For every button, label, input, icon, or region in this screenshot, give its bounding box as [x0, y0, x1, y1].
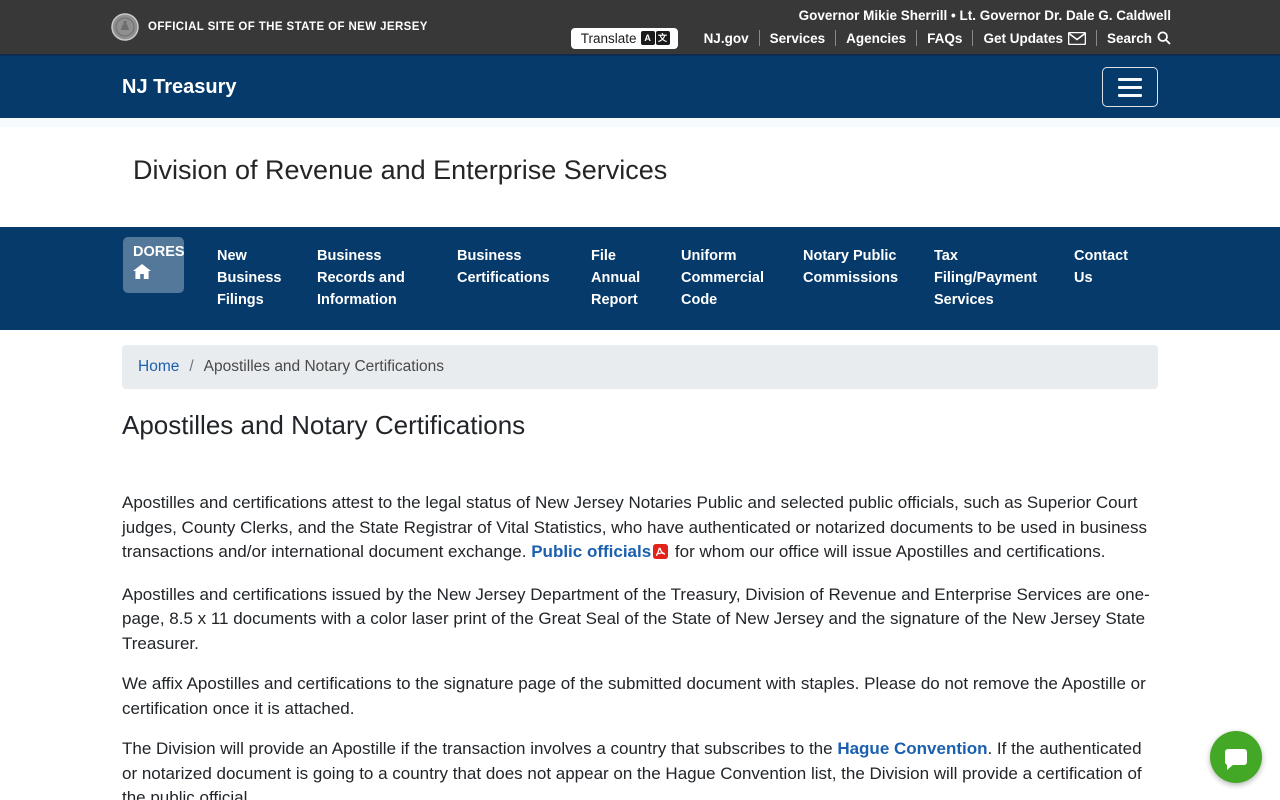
nav-item-business-certifications[interactable]: Business Certifications [457, 237, 557, 289]
brand-bar: NJ Treasury [0, 54, 1280, 118]
body-copy: Apostilles and certifications attest to … [122, 491, 1158, 800]
chat-bubble-icon [1225, 749, 1247, 770]
nav-item-uniform-commercial-code[interactable]: Uniform Commercial Code [681, 237, 773, 311]
search-icon [1157, 31, 1171, 45]
top-right-group: Governor Mikie Sherrill • Lt. Governor D… [570, 6, 1171, 49]
nav-item-tax-filing-payment-services[interactable]: Tax Filing/Payment Services [934, 237, 1044, 311]
header-strip [0, 118, 1280, 127]
divider [758, 30, 760, 46]
top-link-services[interactable]: Services [770, 31, 826, 46]
top-utility-bar: OFFICIAL SITE OF THE STATE OF NEW JERSEY… [0, 0, 1280, 54]
top-links-row: Translate A文 NJ.gov Services Agencies FA… [570, 27, 1171, 49]
hamburger-icon [1118, 77, 1142, 97]
divider [1095, 30, 1097, 46]
paragraph-4: The Division will provide an Apostille i… [122, 739, 1142, 800]
home-icon [133, 264, 184, 284]
top-link-agencies[interactable]: Agencies [846, 31, 906, 46]
breadcrumb: Home / Apostilles and Notary Certificati… [122, 345, 1158, 389]
dores-label: DORES [133, 244, 185, 260]
breadcrumb-separator: / [189, 358, 194, 375]
top-links: NJ.gov Services Agencies FAQs Get Update… [704, 30, 1171, 46]
divider [972, 30, 974, 46]
chat-button[interactable] [1210, 731, 1262, 783]
division-title: Division of Revenue and Enterprise Servi… [133, 155, 668, 185]
nav-item-contact-us[interactable]: Contact Us [1074, 237, 1136, 289]
envelope-icon [1067, 31, 1086, 45]
nav-dores-home[interactable]: DORES [123, 237, 185, 293]
governor-line: Governor Mikie Sherrill • Lt. Governor D… [798, 7, 1171, 23]
top-link-get-updates[interactable]: Get Updates [983, 31, 1086, 46]
official-site-group: OFFICIAL SITE OF THE STATE OF NEW JERSEY [111, 13, 428, 41]
top-link-search[interactable]: Search [1107, 31, 1171, 46]
menu-toggle-button[interactable] [1102, 67, 1158, 107]
nav-item-file-annual-report[interactable]: File Annual Report [591, 237, 653, 311]
paragraph-2: Apostilles and certifications issued by … [122, 584, 1150, 653]
translate-button[interactable]: Translate A文 [570, 27, 678, 49]
public-officials-link[interactable]: Public officials [531, 542, 651, 561]
nj-treasury-link[interactable]: NJ Treasury [122, 76, 237, 99]
divider [835, 30, 837, 46]
translate-label: Translate [580, 30, 637, 46]
nav-item-new-business-filings[interactable]: New Business Filings [217, 237, 297, 311]
official-site-label: OFFICIAL SITE OF THE STATE OF NEW JERSEY [148, 21, 428, 33]
paragraph-1: Apostilles and certifications attest to … [122, 491, 1158, 567]
pdf-icon [653, 542, 669, 567]
translate-icon: A文 [640, 31, 670, 45]
top-link-njgov[interactable]: NJ.gov [704, 31, 749, 46]
top-link-faqs[interactable]: FAQs [927, 31, 962, 46]
site-header: Division of Revenue and Enterprise Servi… [0, 118, 1280, 227]
breadcrumb-home-link[interactable]: Home [138, 358, 179, 376]
breadcrumb-current: Apostilles and Notary Certifications [203, 358, 445, 375]
page-title: Apostilles and Notary Certifications [122, 410, 526, 440]
nj-state-seal-icon [111, 13, 139, 41]
nav-item-business-records[interactable]: Business Records and Information [317, 237, 429, 311]
divider [916, 30, 918, 46]
main-content: Home / Apostilles and Notary Certificati… [122, 345, 1158, 800]
section-nav: DORES New Business Filings Business Reco… [0, 227, 1280, 330]
nav-item-notary-public-commissions[interactable]: Notary Public Commissions [803, 237, 909, 289]
paragraph-3: We affix Apostilles and certifications t… [122, 674, 1146, 718]
hague-convention-link[interactable]: Hague Convention [837, 739, 987, 758]
